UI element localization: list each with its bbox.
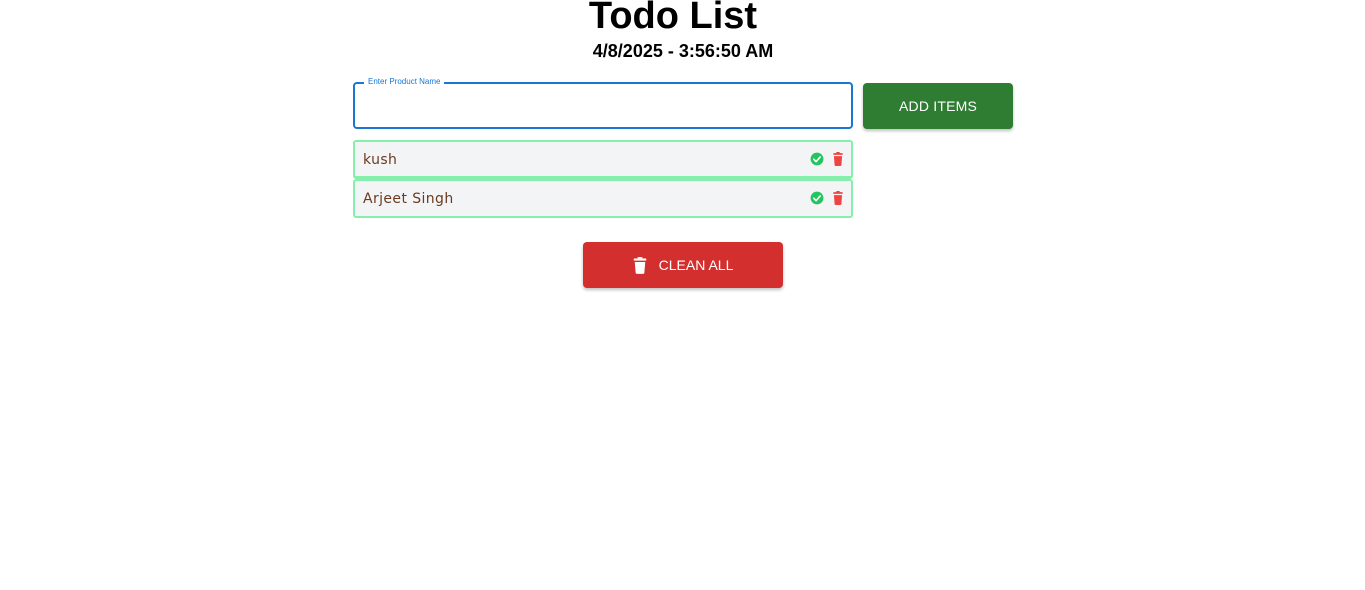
trash-icon[interactable] [832,152,844,166]
list-item: Arjeet Singh [353,179,853,218]
clean-all-label: CLEAN ALL [658,257,734,273]
current-datetime: 4/8/2025 - 3:56:50 AM [592,41,774,61]
todo-text: kush [363,152,398,168]
page-title: Todo List [588,0,758,37]
trash-icon [633,256,646,274]
product-name-input[interactable] [355,84,851,127]
check-circle-icon[interactable] [810,152,824,166]
clean-all-button[interactable]: CLEAN ALL [583,242,783,288]
list-item: kush [353,140,853,179]
trash-icon[interactable] [832,191,844,205]
todo-text: Arjeet Singh [363,191,454,207]
add-items-button[interactable]: ADD ITEMS [863,83,1013,129]
product-name-field: Enter Product Name [353,77,853,129]
check-circle-icon[interactable] [810,191,824,205]
todo-list: kush Arjeet Singh [353,140,853,218]
page: Todo List 4/8/2025 - 3:56:50 AM Enter Pr… [0,0,1365,590]
